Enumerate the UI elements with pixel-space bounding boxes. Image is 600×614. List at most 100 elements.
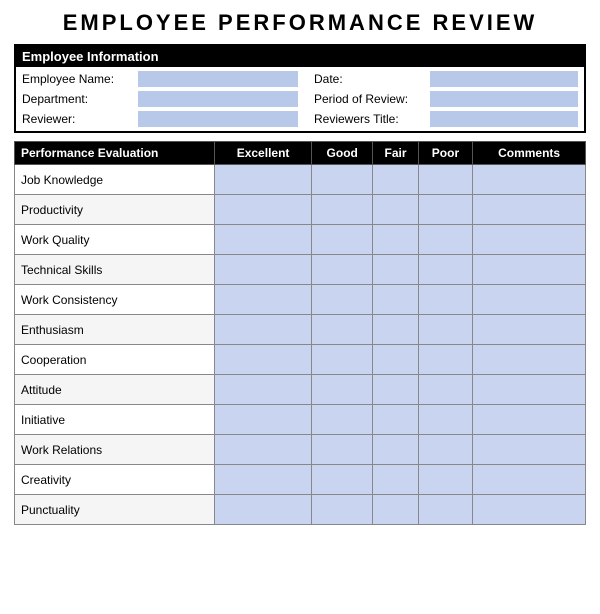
- col-header-comments: Comments: [473, 142, 586, 165]
- rating-cell-3-4[interactable]: [473, 255, 586, 285]
- rating-cell-9-4[interactable]: [473, 435, 586, 465]
- rating-cell-3-2[interactable]: [373, 255, 418, 285]
- rating-cell-5-0[interactable]: [215, 315, 312, 345]
- rating-cell-10-4[interactable]: [473, 465, 586, 495]
- rating-cell-3-1[interactable]: [312, 255, 373, 285]
- table-row: Technical Skills: [15, 255, 586, 285]
- rating-cell-8-2[interactable]: [373, 405, 418, 435]
- table-row: Work Consistency: [15, 285, 586, 315]
- rating-cell-3-0[interactable]: [215, 255, 312, 285]
- rating-cell-7-1[interactable]: [312, 375, 373, 405]
- rating-cell-0-0[interactable]: [215, 165, 312, 195]
- rating-cell-6-3[interactable]: [418, 345, 472, 375]
- rating-cell-0-3[interactable]: [418, 165, 472, 195]
- rating-cell-2-3[interactable]: [418, 225, 472, 255]
- rating-cell-10-0[interactable]: [215, 465, 312, 495]
- rating-cell-11-3[interactable]: [418, 495, 472, 525]
- rating-cell-11-0[interactable]: [215, 495, 312, 525]
- rating-cell-10-3[interactable]: [418, 465, 472, 495]
- rating-cell-1-0[interactable]: [215, 195, 312, 225]
- rating-cell-5-1[interactable]: [312, 315, 373, 345]
- rating-cell-2-4[interactable]: [473, 225, 586, 255]
- rating-cell-11-4[interactable]: [473, 495, 586, 525]
- employee-name-input[interactable]: [138, 71, 298, 87]
- rating-cell-4-3[interactable]: [418, 285, 472, 315]
- evaluation-table: Performance Evaluation Excellent Good Fa…: [14, 141, 586, 525]
- period-label: Period of Review:: [314, 92, 424, 106]
- table-row: Work Quality: [15, 225, 586, 255]
- department-input[interactable]: [138, 91, 298, 107]
- rating-cell-7-4[interactable]: [473, 375, 586, 405]
- rating-cell-1-4[interactable]: [473, 195, 586, 225]
- table-row: Punctuality: [15, 495, 586, 525]
- rating-cell-3-3[interactable]: [418, 255, 472, 285]
- rating-cell-8-0[interactable]: [215, 405, 312, 435]
- rating-cell-0-2[interactable]: [373, 165, 418, 195]
- table-header-row: Performance Evaluation Excellent Good Fa…: [15, 142, 586, 165]
- rating-cell-11-1[interactable]: [312, 495, 373, 525]
- col-header-fair: Fair: [373, 142, 418, 165]
- rating-cell-1-1[interactable]: [312, 195, 373, 225]
- row-label-1: Productivity: [15, 195, 215, 225]
- rating-cell-10-1[interactable]: [312, 465, 373, 495]
- rating-cell-4-4[interactable]: [473, 285, 586, 315]
- row-label-2: Work Quality: [15, 225, 215, 255]
- rating-cell-9-0[interactable]: [215, 435, 312, 465]
- rating-cell-2-2[interactable]: [373, 225, 418, 255]
- page-title: EMPLOYEE PERFORMANCE REVIEW: [14, 10, 586, 36]
- table-row: Work Relations: [15, 435, 586, 465]
- rating-cell-6-1[interactable]: [312, 345, 373, 375]
- row-label-5: Enthusiasm: [15, 315, 215, 345]
- rating-cell-5-2[interactable]: [373, 315, 418, 345]
- rating-cell-1-3[interactable]: [418, 195, 472, 225]
- col-header-poor: Poor: [418, 142, 472, 165]
- table-row: Initiative: [15, 405, 586, 435]
- rating-cell-8-4[interactable]: [473, 405, 586, 435]
- info-fields: Employee Name: Date: Department: Period …: [16, 67, 584, 131]
- reviewers-title-label: Reviewers Title:: [314, 112, 424, 126]
- table-row: Creativity: [15, 465, 586, 495]
- rating-cell-0-1[interactable]: [312, 165, 373, 195]
- rating-cell-7-3[interactable]: [418, 375, 472, 405]
- employee-name-label: Employee Name:: [22, 72, 132, 86]
- col-header-good: Good: [312, 142, 373, 165]
- col-header-performance: Performance Evaluation: [15, 142, 215, 165]
- rating-cell-2-0[interactable]: [215, 225, 312, 255]
- rating-cell-9-2[interactable]: [373, 435, 418, 465]
- rating-cell-2-1[interactable]: [312, 225, 373, 255]
- rating-cell-6-4[interactable]: [473, 345, 586, 375]
- rating-cell-1-2[interactable]: [373, 195, 418, 225]
- rating-cell-0-4[interactable]: [473, 165, 586, 195]
- rating-cell-10-2[interactable]: [373, 465, 418, 495]
- date-label: Date:: [314, 72, 424, 86]
- rating-cell-4-1[interactable]: [312, 285, 373, 315]
- info-row-3: Reviewer: Reviewers Title:: [22, 111, 578, 127]
- row-label-7: Attitude: [15, 375, 215, 405]
- rating-cell-8-3[interactable]: [418, 405, 472, 435]
- rating-cell-7-2[interactable]: [373, 375, 418, 405]
- date-input[interactable]: [430, 71, 578, 87]
- rating-cell-11-2[interactable]: [373, 495, 418, 525]
- reviewer-input[interactable]: [138, 111, 298, 127]
- reviewers-title-input[interactable]: [430, 111, 578, 127]
- row-label-6: Cooperation: [15, 345, 215, 375]
- rating-cell-6-2[interactable]: [373, 345, 418, 375]
- department-label: Department:: [22, 92, 132, 106]
- info-row-1: Employee Name: Date:: [22, 71, 578, 87]
- period-input[interactable]: [430, 91, 578, 107]
- rating-cell-9-1[interactable]: [312, 435, 373, 465]
- row-label-8: Initiative: [15, 405, 215, 435]
- table-row: Job Knowledge: [15, 165, 586, 195]
- rating-cell-8-1[interactable]: [312, 405, 373, 435]
- rating-cell-7-0[interactable]: [215, 375, 312, 405]
- table-row: Productivity: [15, 195, 586, 225]
- table-row: Enthusiasm: [15, 315, 586, 345]
- rating-cell-5-4[interactable]: [473, 315, 586, 345]
- rating-cell-4-2[interactable]: [373, 285, 418, 315]
- employee-info-section: Employee Information Employee Name: Date…: [14, 44, 586, 133]
- rating-cell-4-0[interactable]: [215, 285, 312, 315]
- rating-cell-5-3[interactable]: [418, 315, 472, 345]
- rating-cell-6-0[interactable]: [215, 345, 312, 375]
- rating-cell-9-3[interactable]: [418, 435, 472, 465]
- reviewer-label: Reviewer:: [22, 112, 132, 126]
